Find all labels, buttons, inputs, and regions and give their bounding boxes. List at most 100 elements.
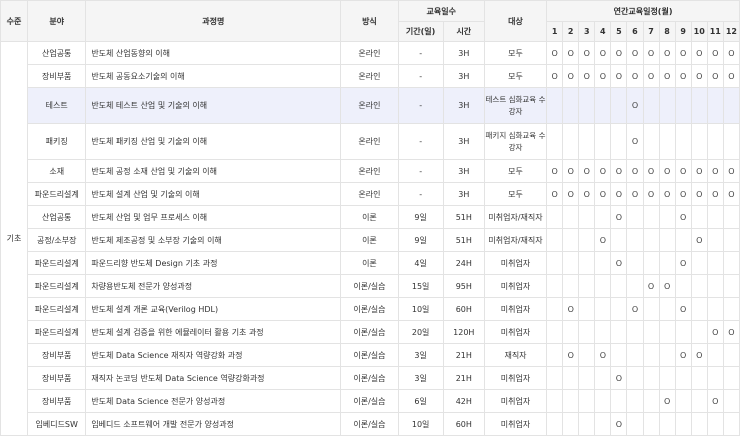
- schedule-mark: O: [712, 48, 719, 58]
- period-cell: 15일: [397, 274, 444, 298]
- course-name-cell: 차량용반도체 전문가 양성과정: [85, 274, 342, 298]
- schedule-mark: O: [647, 281, 655, 291]
- month-cell-12: [722, 343, 740, 367]
- schedule-mark: O: [680, 189, 687, 199]
- schedule-mark: O: [647, 189, 655, 199]
- month-cell-10: O: [690, 64, 708, 88]
- schedule-mark: O: [647, 71, 655, 81]
- table-row: 파운드리설계 파운드리향 반도체 Design 기초 과정 이론 4일 24H 미취업자 O…: [1, 251, 740, 275]
- method-cell: 온라인: [340, 64, 399, 88]
- month-cell-1: [546, 228, 564, 252]
- month-cell-2: [562, 274, 580, 298]
- hours-cell: 21H: [442, 366, 485, 390]
- month-cell-10: [690, 297, 708, 321]
- target-cell: 미취업자: [483, 251, 548, 275]
- course-name-cell: 파운드리향 반도체 Design 기초 과정: [85, 251, 342, 275]
- month-cell-11: O: [706, 182, 724, 206]
- month-cell-1: O: [546, 159, 564, 183]
- table-row: 파운드리설계 반도체 설계 검증을 위한 에뮬레이터 활용 기초 과정 이론/실습 2…: [1, 320, 740, 344]
- schedule-mark: O: [551, 189, 558, 199]
- month-cell-7: [642, 297, 660, 321]
- schedule-mark: O: [712, 166, 719, 176]
- schedule-mark: O: [696, 235, 703, 245]
- month-cell-2: O: [562, 297, 580, 321]
- month-cell-12: [722, 123, 740, 160]
- month-cell-11: [706, 297, 724, 321]
- schedule-mark: O: [663, 281, 671, 291]
- table-row: 장비부품 반도체 Data Science 전문가 양성과정 이론/실습 6일 42H 미…: [1, 389, 740, 413]
- schedule-mark: O: [631, 101, 639, 110]
- month-cell-5: [610, 389, 628, 413]
- month-cell-9: O: [674, 205, 692, 229]
- schedule-mark: O: [583, 48, 590, 58]
- month-cell-2: O: [562, 182, 580, 206]
- table-row: 소재 반도체 공정 소재 산업 및 기술의 이해 온라인 -3H 모두 O O O O O O O O O…: [1, 159, 740, 183]
- table-row: 장비부품 반도체 Data Science 재직자 역량강화 과정 이론/실습 3일 2…: [1, 343, 740, 367]
- hours-cell: 3H: [442, 87, 485, 124]
- month-cell-7: O: [642, 274, 660, 298]
- period-cell: -: [397, 182, 444, 206]
- header-course: 과정명: [85, 0, 342, 42]
- schedule-mark: O: [599, 350, 606, 360]
- month-cell-12: [722, 366, 740, 390]
- month-cell-12: [722, 389, 740, 413]
- month-cell-7: O: [642, 182, 660, 206]
- schedule-mark: O: [680, 71, 687, 81]
- month-cell-1: [546, 366, 564, 390]
- month-cell-10: [690, 87, 708, 124]
- month-cell-4: O: [594, 343, 612, 367]
- month-cell-4: [594, 389, 612, 413]
- month-cell-1: [546, 123, 564, 160]
- method-cell: 이론/실습: [340, 320, 399, 344]
- month-cell-3: [578, 251, 596, 275]
- schedule-mark: O: [696, 71, 703, 81]
- period-cell: 9일: [397, 205, 444, 229]
- month-cell-10: [690, 320, 708, 344]
- month-cell-2: [562, 389, 580, 413]
- header-month-12: 12: [722, 21, 740, 42]
- field-cell: 파운드리설계: [27, 274, 87, 298]
- table-row: 기초 산업공통 반도체 산업동향의 이해 온라인 -3H 모두 O O O O O O O O O O O O: [0, 41, 740, 436]
- schedule-mark: O: [551, 71, 558, 81]
- month-cell-5: [610, 343, 628, 367]
- schedule-mark: O: [631, 137, 639, 146]
- month-cell-10: [690, 251, 708, 275]
- month-cell-9: [674, 389, 692, 413]
- schedule-mark: O: [567, 350, 574, 360]
- month-cell-4: [594, 412, 612, 436]
- month-cell-3: O: [578, 41, 596, 65]
- table-row: 파운드리설계 차량용반도체 전문가 양성과정 이론/실습 15일 95H 미취업자 O O: [1, 274, 740, 298]
- month-cell-3: [578, 228, 596, 252]
- month-cell-9: [674, 320, 692, 344]
- header-period: 기간(일): [397, 21, 444, 42]
- month-cell-5: O: [610, 159, 628, 183]
- month-cell-11: [706, 228, 724, 252]
- month-cell-6: [626, 366, 644, 390]
- month-cell-2: [562, 412, 580, 436]
- period-cell: -: [397, 123, 444, 160]
- month-cell-3: [578, 343, 596, 367]
- month-cell-8: O: [658, 389, 676, 413]
- month-cell-3: [578, 87, 596, 124]
- month-cell-4: [594, 251, 612, 275]
- month-cell-5: [610, 228, 628, 252]
- schedule-mark: O: [615, 419, 623, 429]
- month-cell-3: [578, 320, 596, 344]
- month-cell-3: [578, 205, 596, 229]
- month-cell-6: O: [626, 123, 644, 160]
- month-cell-6: O: [626, 297, 644, 321]
- month-cell-6: O: [626, 41, 644, 65]
- hours-cell: 24H: [442, 251, 485, 275]
- month-cell-10: [690, 123, 708, 160]
- method-cell: 온라인: [340, 87, 399, 124]
- month-cell-6: O: [626, 159, 644, 183]
- method-cell: 이론/실습: [340, 297, 399, 321]
- period-cell: 10일: [397, 297, 444, 321]
- schedule-mark: O: [647, 48, 655, 58]
- month-cell-3: O: [578, 64, 596, 88]
- period-cell: 3일: [397, 343, 444, 367]
- month-cell-5: O: [610, 64, 628, 88]
- month-cell-6: [626, 205, 644, 229]
- month-cell-9: O: [674, 159, 692, 183]
- schedule-mark: O: [680, 48, 687, 58]
